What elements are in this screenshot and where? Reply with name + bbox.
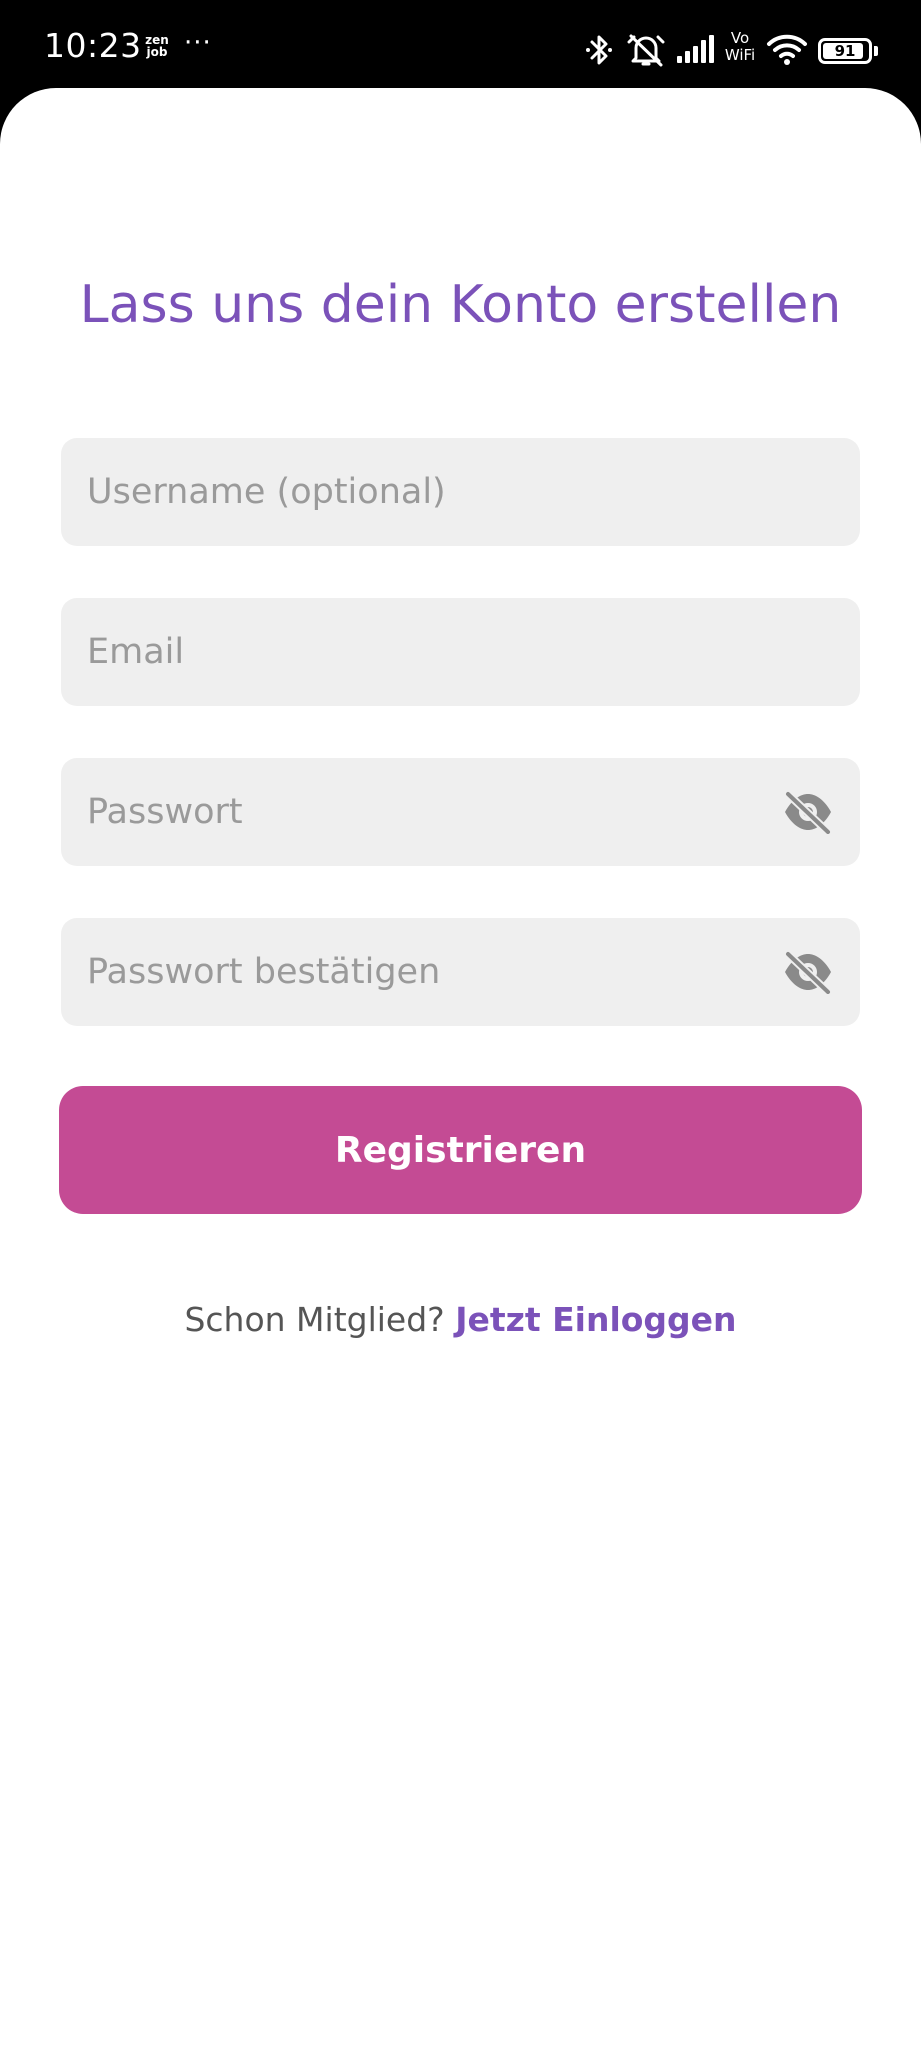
password-input[interactable] [87,758,787,866]
register-button[interactable]: Registrieren [59,1086,862,1214]
username-field[interactable] [61,438,860,546]
alarm-off-icon [627,34,665,67]
member-question: Schon Mitglied? [184,1300,445,1339]
battery-tip [874,46,878,56]
cell-signal-icon [677,35,714,63]
battery-icon: 91 [818,38,872,64]
battery-level: 91 [834,42,856,60]
bluetooth-icon [586,35,612,65]
page-title: Lass uns dein Konto erstellen [79,275,842,335]
eye-off-icon[interactable] [782,790,834,834]
register-sheet [0,88,921,2048]
password-field[interactable] [61,758,860,866]
login-prompt: Schon Mitglied? Jetzt Einloggen [0,1296,921,1344]
email-field[interactable] [61,598,860,706]
status-time: 10:23 [44,26,142,65]
status-bar: 10:23 zen job ··· Vo WiFi 91 [0,0,921,100]
wifi-icon [767,34,807,65]
eye-off-icon[interactable] [782,950,834,994]
login-link[interactable]: Jetzt Einloggen [455,1300,736,1339]
zenjob-notification-icon: zen job [142,34,172,58]
username-input[interactable] [87,438,787,546]
vowifi-top-label: Vo [730,29,750,47]
email-input[interactable] [87,598,787,706]
vowifi-bottom-label: WiFi [724,46,756,64]
confirm-password-field[interactable] [61,918,860,1026]
zenjob-badge-bottom: job [146,45,168,59]
confirm-password-input[interactable] [87,918,787,1026]
vowifi-icon: Vo WiFi [720,30,760,64]
more-notifications-icon: ··· [184,28,212,58]
